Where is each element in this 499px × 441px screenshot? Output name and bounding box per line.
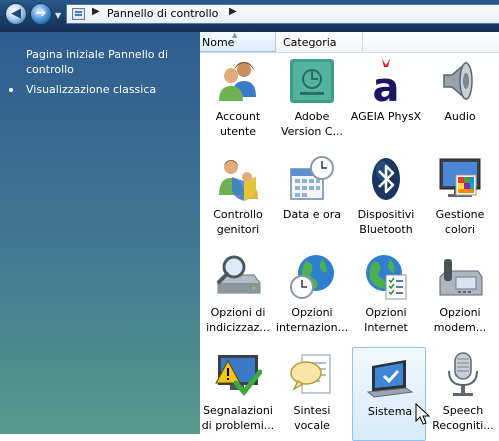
item-label: Opzioni di indicizzaz... bbox=[206, 306, 270, 334]
microphone-icon bbox=[448, 352, 478, 396]
item-label: Account utente bbox=[215, 110, 261, 138]
item-speech-recognition[interactable]: Speech Recogniti... bbox=[426, 347, 499, 441]
item-label: Controllo genitori bbox=[213, 208, 263, 236]
breadcrumb-separator-icon[interactable]: ▶ bbox=[92, 6, 100, 17]
back-button[interactable]: ◀ bbox=[5, 3, 27, 25]
items-view: ▲ Nome Categoria Account utente Adobe Ve… bbox=[200, 31, 499, 441]
back-arrow-icon: ◀ bbox=[11, 6, 21, 21]
internet-options-icon bbox=[366, 255, 407, 300]
item-adobe-version-cue[interactable]: Adobe Version C... bbox=[275, 53, 349, 147]
item-sistema[interactable]: Sistema bbox=[352, 347, 426, 441]
forward-button[interactable]: ➔ bbox=[30, 3, 52, 25]
item-label: Audio bbox=[444, 110, 476, 123]
problem-reports-icon bbox=[215, 355, 262, 396]
parental-controls-icon bbox=[219, 160, 258, 201]
control-panel-icon bbox=[72, 8, 85, 20]
item-gestione-colori[interactable]: Gestione colori bbox=[423, 151, 497, 245]
users-icon bbox=[219, 62, 256, 101]
item-dispositivi-bluetooth[interactable]: Dispositivi Bluetooth bbox=[349, 151, 423, 245]
speech-bubble-icon bbox=[290, 354, 331, 394]
item-data-e-ora[interactable]: Data e ora bbox=[275, 151, 349, 245]
recent-pages-dropdown-icon[interactable]: ▼ bbox=[55, 11, 61, 20]
speaker-icon bbox=[443, 61, 473, 101]
mouse-pointer-icon bbox=[415, 403, 431, 425]
item-label: AGEIA PhysX bbox=[350, 110, 422, 123]
bullet-icon bbox=[9, 88, 13, 92]
item-opzioni-internazionali[interactable]: Opzioni internazion... bbox=[275, 249, 349, 343]
ageia-physx-icon: a bbox=[373, 59, 400, 105]
address-bar[interactable]: ▶ Pannello di controllo ▶ bbox=[66, 4, 499, 24]
item-label: Opzioni internazion... bbox=[275, 306, 349, 334]
forward-arrow-icon: ➔ bbox=[35, 6, 47, 21]
item-label: Segnalazioni di problemi... bbox=[201, 404, 275, 432]
item-label: Sintesi vocale bbox=[293, 404, 331, 432]
item-audio[interactable]: Audio bbox=[423, 53, 497, 147]
item-opzioni-modem[interactable]: Opzioni modem... bbox=[423, 249, 497, 343]
item-opzioni-internet[interactable]: Opzioni Internet bbox=[349, 249, 423, 343]
breadcrumb-control-panel[interactable]: Pannello di controllo bbox=[107, 7, 218, 20]
breadcrumb-separator-icon[interactable]: ▶ bbox=[229, 6, 237, 17]
color-management-icon bbox=[439, 158, 481, 197]
adobe-version-cue-icon bbox=[290, 59, 334, 103]
item-label: Adobe Version C... bbox=[280, 110, 344, 138]
column-header-bar: ▲ Nome Categoria bbox=[200, 31, 499, 53]
item-label: Opzioni modem... bbox=[433, 306, 487, 334]
navigation-bar: ◀ ➔ ▼ ▶ Pannello di controllo ▶ bbox=[0, 0, 499, 32]
column-header-name[interactable]: ▲ Nome bbox=[200, 31, 276, 52]
tasks-pane: Pagina iniziale Pannello di controllo Vi… bbox=[0, 32, 200, 434]
bluetooth-icon bbox=[372, 158, 400, 200]
column-divider bbox=[362, 32, 363, 52]
item-sintesi-vocale[interactable]: Sintesi vocale bbox=[275, 347, 349, 441]
classic-view-link[interactable]: Visualizzazione classica bbox=[26, 83, 156, 96]
item-label: Speech Recogniti... bbox=[432, 404, 494, 432]
item-account-utente[interactable]: Account utente bbox=[201, 53, 275, 147]
item-ageia-physx[interactable]: a AGEIA PhysX bbox=[349, 53, 423, 147]
item-label: Dispositivi Bluetooth bbox=[357, 208, 415, 236]
item-segnalazioni-problemi[interactable]: Segnalazioni di problemi... bbox=[201, 347, 275, 441]
item-label: Data e ora bbox=[282, 208, 342, 221]
control-panel-home-link[interactable]: Pagina iniziale Pannello di controllo bbox=[26, 47, 186, 77]
svg-text:a: a bbox=[373, 65, 400, 105]
item-label: Opzioni Internet bbox=[364, 306, 408, 334]
calendar-clock-icon bbox=[290, 156, 334, 200]
column-header-category[interactable]: Categoria bbox=[283, 36, 337, 49]
item-controllo-genitori[interactable]: Controllo genitori bbox=[201, 151, 275, 245]
item-opzioni-indicizzazione[interactable]: Opzioni di indicizzaz... bbox=[201, 249, 275, 343]
indexing-icon bbox=[217, 255, 261, 294]
item-label: Gestione colori bbox=[435, 208, 485, 236]
system-monitor-icon bbox=[366, 360, 414, 398]
globe-clock-icon bbox=[290, 255, 334, 299]
phone-modem-icon bbox=[439, 259, 483, 296]
